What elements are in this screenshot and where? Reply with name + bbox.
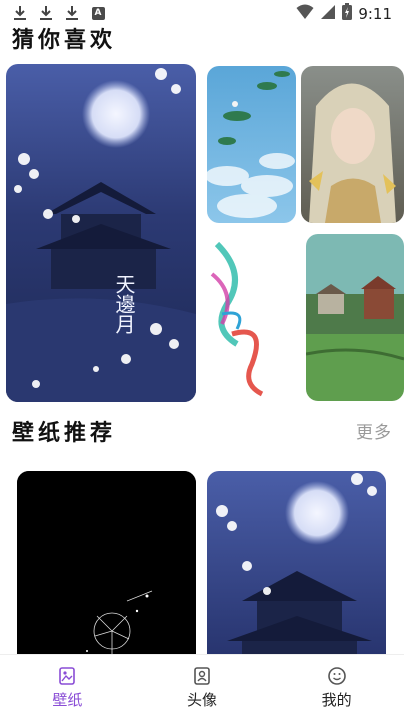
avatar-icon: [192, 666, 212, 686]
download-icon: [38, 4, 54, 22]
wallpaper-card-moon-palace[interactable]: 天邊月: [6, 64, 196, 402]
nav-label-avatar: 头像: [187, 690, 218, 709]
download-icon: [64, 4, 80, 22]
nav-tab-mine[interactable]: 我的: [269, 655, 404, 720]
fantasy-girl-artwork: [301, 66, 404, 223]
profile-smile-icon: [327, 666, 347, 686]
status-bar-right: 9:11: [296, 3, 392, 24]
status-time: 9:11: [358, 4, 392, 23]
countryside-house-artwork: [306, 234, 404, 401]
nav-label-wallpaper: 壁纸: [52, 690, 83, 709]
guess-section-title: 猜你喜欢: [12, 28, 117, 53]
moon-palace-artwork: 天邊月: [6, 64, 196, 402]
nav-tab-avatar[interactable]: 头像: [135, 655, 270, 720]
moon-palace-2-artwork: [207, 471, 386, 671]
a-notification-label: A: [91, 6, 105, 20]
wallpaper-card-moon-palace-2[interactable]: [207, 471, 386, 671]
wifi-icon: [296, 4, 314, 24]
more-link[interactable]: 更多: [356, 418, 392, 443]
status-bar-left: A: [12, 4, 106, 22]
battery-icon: [342, 3, 353, 24]
bottom-nav: 壁纸 头像 我的: [0, 654, 404, 720]
moon-palace-caption: 天邊月: [112, 274, 136, 334]
download-icon: [12, 4, 28, 22]
nav-tab-wallpaper[interactable]: 壁纸: [0, 655, 135, 720]
wallpaper-icon: [57, 666, 77, 686]
signal-icon: [320, 4, 336, 24]
wallpaper-card-sky-lily[interactable]: [207, 66, 296, 223]
wallpaper-card-countryside-house[interactable]: [306, 234, 404, 401]
wallpaper-card-fantasy-girl[interactable]: [301, 66, 404, 223]
wallpaper-card-dark-dandelion[interactable]: [17, 471, 196, 671]
wallpaper-card-color-smoke[interactable]: [207, 234, 296, 401]
sky-lily-artwork: [207, 66, 296, 223]
nav-label-mine: 我的: [321, 690, 352, 709]
color-smoke-artwork: [207, 234, 296, 401]
dark-dandelion-artwork: [17, 471, 196, 671]
recommend-section-title: 壁纸推荐: [12, 421, 117, 446]
a-notification-icon: A: [90, 4, 106, 22]
